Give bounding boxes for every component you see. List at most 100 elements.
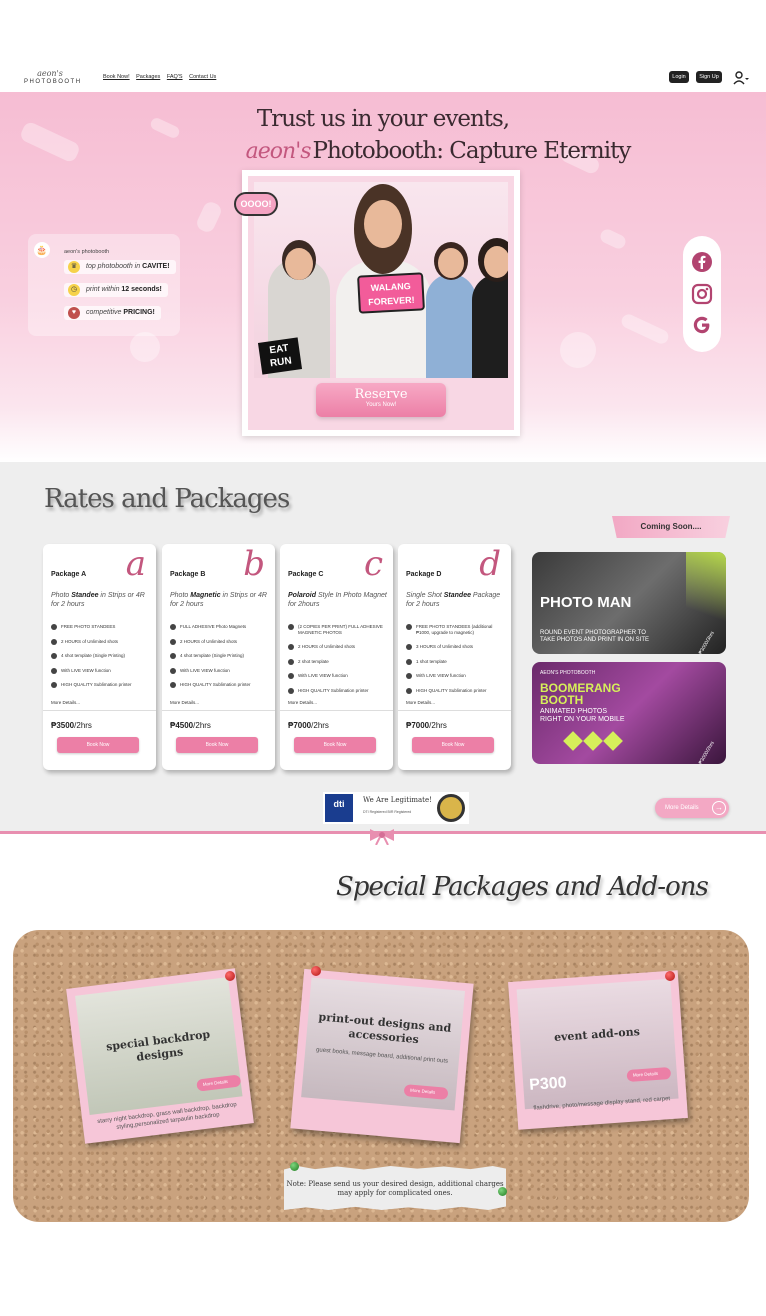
feature-item: HIGH QUALITY Sublimation printer xyxy=(406,687,506,693)
package-desc: Single Shot Standee Package for 2 hours xyxy=(406,591,506,609)
nav-link-faqs[interactable]: FAQ'S xyxy=(167,74,183,80)
nav-link-packages[interactable]: Packages xyxy=(136,74,160,80)
hero-photo: WALANG FOREVER! EAT RUN xyxy=(254,182,508,378)
price-unit: /2hrs xyxy=(193,721,211,730)
price-amount: ₱7000 xyxy=(406,721,430,730)
more-details-link[interactable]: More Details... xyxy=(406,700,435,705)
hero-title-line1: Trust us in your events, xyxy=(256,106,510,132)
package-price: ₱3500/2hrs xyxy=(51,721,92,730)
desc-text: Single Shot xyxy=(406,592,444,599)
package-name: Package D xyxy=(406,571,442,578)
reserve-button[interactable]: Reserve Yours Now! xyxy=(316,383,446,417)
feature-list: FULL ADHESIVE Photo Magnets 2 HOURS of U… xyxy=(170,624,270,697)
confetti xyxy=(554,326,602,374)
coming-sub: ROUND EVENT PHOTOGRAPHER TO TAKE PHOTOS … xyxy=(540,630,650,643)
user-icon[interactable] xyxy=(733,71,749,85)
price-amount: ₱7000 xyxy=(288,721,312,730)
features-card: 🎂 aeon's photobooth ♛ top photobooth in … xyxy=(28,234,180,336)
person-face xyxy=(364,200,402,248)
more-details-button[interactable]: More Details → xyxy=(655,798,729,818)
bow-icon xyxy=(370,829,394,845)
prop-bubble: OOOO! xyxy=(234,192,278,216)
feature-item: 1 shot template xyxy=(406,658,506,664)
divider xyxy=(43,710,156,711)
feature-item: 4 shot template (Single Printing) xyxy=(170,653,270,659)
price-amount: ₱3500 xyxy=(51,721,75,730)
hero-title-line2-text: Photobooth: Capture Eternity xyxy=(312,138,632,164)
book-now-button[interactable]: Book Now xyxy=(412,737,494,753)
pushpin-icon xyxy=(225,971,235,981)
logo-brand: PHOTOBOOTH xyxy=(24,79,82,85)
desc-text: Photo xyxy=(51,592,72,599)
feature-item: FREE PHOTO STANDEES xyxy=(51,624,151,630)
desc-bold: Polaroid xyxy=(288,592,317,599)
rates-title: Rates and Packages xyxy=(44,484,290,514)
feature-item: HIGH QUALITY Sublimation printer xyxy=(170,682,270,688)
desc-bold: Standee xyxy=(71,592,99,599)
addon-card-backdrop[interactable]: special backdrop designs More Details st… xyxy=(66,968,254,1144)
login-button[interactable]: Login xyxy=(669,71,689,83)
feature-list: FREE PHOTO STANDEES (additional ₱1000, u… xyxy=(406,624,506,702)
package-letter: d xyxy=(479,544,501,584)
feature-bold: PRICING! xyxy=(123,309,155,316)
addon-card-event[interactable]: event add-ons P300 More Details flashdri… xyxy=(508,970,688,1130)
top-nav: aeon's PHOTOBOOTH Book Now! Packages FAQ… xyxy=(0,64,766,92)
package-desc: Photo Magnetic in Strips or 4R for 2 hou… xyxy=(170,591,270,609)
more-details-link[interactable]: More Details... xyxy=(288,700,317,705)
package-price: ₱4500/2hrs xyxy=(170,721,211,730)
facebook-icon[interactable] xyxy=(691,251,713,273)
package-name: Package B xyxy=(170,571,206,578)
note-text: Note: Please send us your desired design… xyxy=(286,1180,504,1197)
package-letter: b xyxy=(243,544,265,584)
more-details-link[interactable]: More Details... xyxy=(51,700,80,705)
book-now-button[interactable]: Book Now xyxy=(57,737,139,753)
confetti xyxy=(598,227,628,251)
feature-item: 3 HOURS of Unlimited shots xyxy=(406,644,506,650)
feature-item: ♥ competitive PRICING! xyxy=(64,306,161,320)
nav-link-contact[interactable]: Contact Us xyxy=(189,74,216,80)
coming-card-boomerang[interactable]: AEON'S PHOTOBOOTH BOOMERANG BOOTH ANIMAT… xyxy=(532,662,726,764)
feature-item: (2 COPIES PER PRINT) FULL ADHESIVE MAGNE… xyxy=(288,624,388,635)
feature-list: (2 COPIES PER PRINT) FULL ADHESIVE MAGNE… xyxy=(288,624,388,702)
book-now-button[interactable]: Book Now xyxy=(294,737,376,753)
book-now-button[interactable]: Book Now xyxy=(176,737,258,753)
signup-button[interactable]: Sign Up xyxy=(696,71,722,83)
google-icon[interactable] xyxy=(691,314,713,336)
package-price: ₱7000/2hrs xyxy=(406,721,447,730)
coming-card-photo-man[interactable]: PHOTO MAN ROUND EVENT PHOTOGRAPHER TO TA… xyxy=(532,552,726,654)
legit-title: We Are Legitimate! xyxy=(363,796,432,804)
logo[interactable]: aeon's PHOTOBOOTH xyxy=(24,70,82,86)
addon-card-printout[interactable]: print-out designs and accessories guest … xyxy=(290,968,474,1144)
hero-title-line2: aeon'sPhotobooth: Capture Eternity xyxy=(55,138,766,164)
coming-price: ₱3000/2hrs xyxy=(698,740,717,764)
crown-icon: ♛ xyxy=(68,261,80,273)
reserve-sublabel: Yours Now! xyxy=(365,402,397,408)
nav-links: Book Now! Packages FAQ'S Contact Us xyxy=(103,74,221,80)
package-name: Package A xyxy=(51,571,87,578)
instagram-icon[interactable] xyxy=(691,283,713,305)
confetti xyxy=(619,312,671,346)
pushpin-icon xyxy=(665,971,675,981)
social-bar xyxy=(683,236,721,352)
cake-icon: 🎂 xyxy=(34,242,50,258)
divider xyxy=(162,710,275,711)
divider xyxy=(280,710,393,711)
nav-link-book-now[interactable]: Book Now! xyxy=(103,74,130,80)
price-unit: /2hrs xyxy=(74,721,92,730)
feature-item: HIGH QUALITY Sublimation printer xyxy=(288,687,388,693)
feature-bold: 12 seconds! xyxy=(121,286,162,293)
heart-icon: ♥ xyxy=(68,307,80,319)
coming-title: PHOTO MAN xyxy=(540,594,632,611)
reserve-label: Reserve xyxy=(354,387,408,402)
pushpin-icon xyxy=(290,1162,299,1171)
package-name: Package C xyxy=(288,571,324,578)
coming-title: BOOMERANG BOOTH xyxy=(540,681,621,707)
pushpin-icon xyxy=(498,1187,507,1196)
coming-kicker: AEON'S PHOTOBOOTH xyxy=(540,670,596,676)
features-title: aeon's photobooth xyxy=(64,249,110,255)
feature-list: FREE PHOTO STANDEES 2 HOURS of Unlimited… xyxy=(51,624,151,697)
feature-item: 2 HOURS of Unlimited shots xyxy=(288,644,388,650)
more-details-link[interactable]: More Details... xyxy=(170,700,199,705)
price-amount: ₱4500 xyxy=(170,721,194,730)
package-desc: Photo Standee in Strips or 4R for 2 hour… xyxy=(51,591,151,609)
